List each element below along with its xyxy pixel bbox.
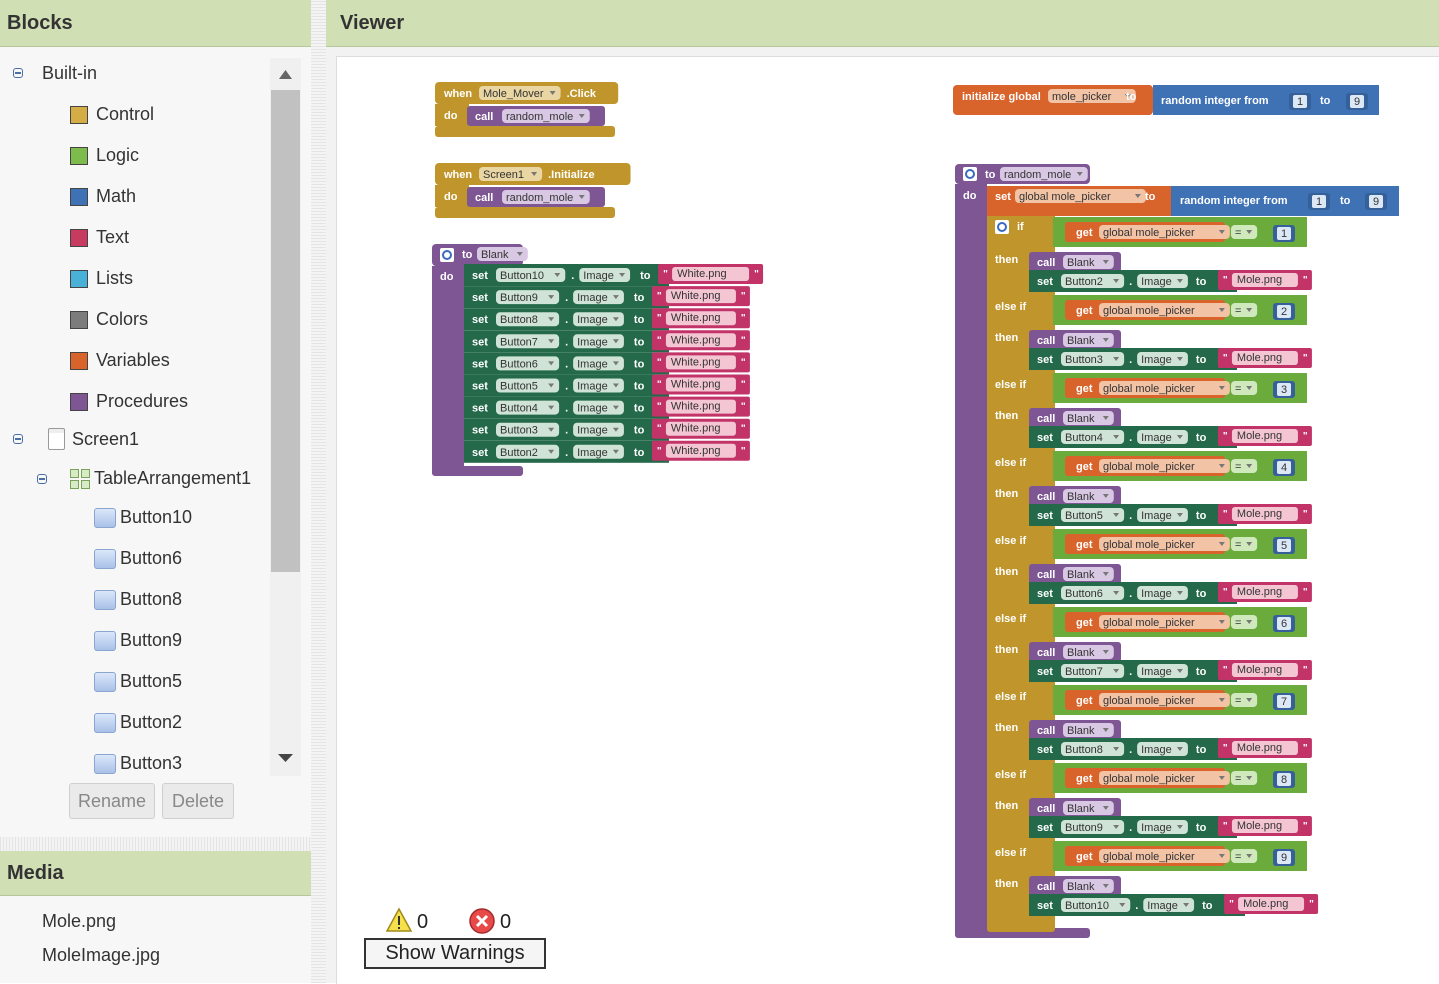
rename-button[interactable]: Rename bbox=[69, 783, 155, 819]
button-label: Button9 bbox=[120, 630, 183, 650]
tree-scrollbar[interactable] bbox=[270, 58, 301, 776]
warning-count: 0 bbox=[417, 911, 429, 933]
scroll-up-icon[interactable] bbox=[279, 70, 292, 79]
show-warnings-button[interactable]: Show Warnings bbox=[364, 938, 546, 969]
tree-item-button6[interactable]: Button6 bbox=[94, 548, 182, 569]
blocks-workspace[interactable] bbox=[336, 56, 1439, 984]
button-label: Button10 bbox=[120, 507, 193, 527]
button-label: Button8 bbox=[120, 589, 183, 609]
tree-item-button2[interactable]: Button2 bbox=[94, 712, 182, 733]
viewer-panel-title: Viewer bbox=[326, 0, 1439, 47]
button-label: Button3 bbox=[120, 753, 183, 773]
tree-item-button10[interactable]: Button10 bbox=[94, 507, 192, 528]
media-item-moleimage[interactable]: MoleImage.jpg bbox=[42, 945, 160, 966]
button-component-icon bbox=[94, 548, 116, 569]
button-label: Button5 bbox=[120, 671, 183, 691]
error-icon bbox=[469, 908, 495, 934]
tree-scrollbar-thumb[interactable] bbox=[271, 90, 300, 572]
button-component-icon bbox=[94, 712, 116, 733]
button-component-icon bbox=[94, 630, 116, 651]
tree-item-button5[interactable]: Button5 bbox=[94, 671, 182, 692]
button-component-icon bbox=[94, 753, 116, 774]
delete-button[interactable]: Delete bbox=[162, 783, 234, 819]
media-panel-title: Media bbox=[0, 851, 311, 896]
button-component-icon bbox=[94, 671, 116, 692]
button-label: Button2 bbox=[120, 712, 183, 732]
component-button-list: Button10 Button6 Button8 Button9 Button5 Butt… bbox=[0, 0, 270, 776]
tree-item-button9[interactable]: Button9 bbox=[94, 630, 182, 651]
blocks-panel: Blocks Built-in Control Logic Math Text List… bbox=[0, 0, 311, 983]
button-component-icon bbox=[94, 507, 116, 528]
button-component-icon bbox=[94, 589, 116, 610]
media-item-mole[interactable]: Mole.png bbox=[42, 911, 116, 932]
warning-icon bbox=[385, 907, 413, 932]
tree-item-button8[interactable]: Button8 bbox=[94, 589, 182, 610]
scroll-down-icon[interactable] bbox=[278, 754, 293, 762]
tree-item-button3[interactable]: Button3 bbox=[94, 753, 182, 774]
vertical-splitter[interactable] bbox=[311, 0, 326, 983]
button-label: Button6 bbox=[120, 548, 183, 568]
error-count: 0 bbox=[500, 911, 512, 933]
panel-splitter[interactable] bbox=[0, 837, 311, 851]
